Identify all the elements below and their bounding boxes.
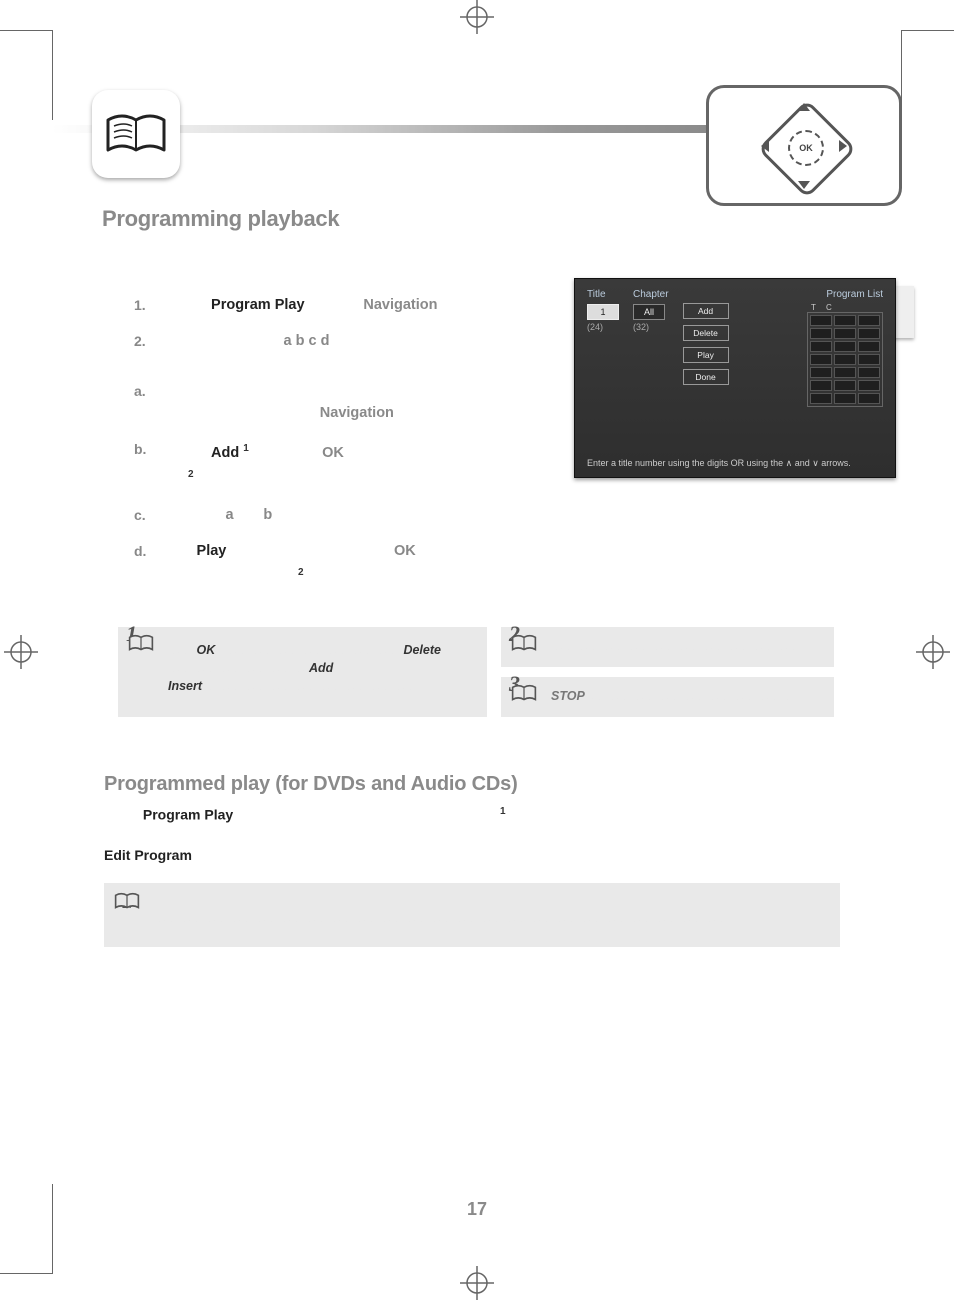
osd-chapter-count: (32)	[633, 322, 669, 332]
note-book-icon	[128, 633, 154, 653]
osd-program-list-head: T C	[807, 303, 883, 312]
kw-ok-b: OK	[322, 445, 344, 461]
step-num-b: b.	[134, 438, 178, 490]
section-title: Programming playback	[102, 206, 902, 232]
sec2-sup: 1	[500, 806, 506, 817]
osd-title-label: Title	[587, 289, 619, 300]
osd-program-list-grid	[807, 312, 883, 407]
tip1-insert: Insert	[168, 679, 202, 693]
osd-chapter-value: All	[633, 304, 665, 320]
osd-delete-button: Delete	[683, 325, 729, 341]
kw-program-play: Program Play	[211, 297, 305, 313]
osd-program-list-label: Program List	[807, 289, 883, 300]
onscreen-program-menu: Title 1 (24) Chapter All (32) Add Delete…	[574, 278, 896, 478]
kw-abcd: a b c d	[284, 333, 330, 349]
osd-done-button: Done	[683, 369, 729, 385]
step-num-d: d.	[134, 540, 178, 588]
kw-ok-d: OK	[394, 543, 416, 559]
manual-book-icon	[92, 90, 180, 178]
section2-body: xxxxx Program Play xxxxxxxxxxxxxxxxxxxxx…	[104, 802, 804, 865]
step-num-c: c.	[134, 504, 178, 526]
kw-navigation-2: Navigation	[320, 405, 394, 421]
kw-edit-program: Edit Program	[104, 847, 192, 863]
kw-d-sup2: 2	[298, 567, 304, 578]
osd-play-button: Play	[683, 347, 729, 363]
kw-c-a: a	[226, 507, 234, 523]
kw-b-sup2: 2	[188, 469, 194, 480]
tip1-add: Add	[309, 661, 333, 675]
registration-mark-top	[460, 0, 494, 34]
osd-title-value: 1	[587, 304, 619, 320]
tip1-delete: Delete	[403, 643, 441, 657]
page-number: 17	[52, 1199, 902, 1220]
registration-mark-left	[4, 635, 38, 669]
tip-note-1: 1. xxxx OK xxxxxxxxxxxxxxxxxxxxxxxxxxxxx…	[118, 627, 487, 717]
tip-note-2: 2. xxxxxxxxxxxxxxxxxxxxxxxxxxxxxxxxxxxxx…	[501, 627, 834, 667]
kw-program-play-2: Program Play	[143, 807, 233, 823]
osd-chapter-label: Chapter	[633, 289, 669, 300]
step-num-1: 1.	[134, 294, 178, 316]
step-num-2: 2.	[134, 330, 178, 352]
step-num-a: a.	[134, 380, 178, 424]
section2-title: Programmed play (for DVDs and Audio CDs)	[104, 773, 902, 796]
tip3-stop: STOP	[551, 689, 585, 703]
remote-ok-dpad-icon: OK	[706, 85, 902, 206]
kw-add: Add	[211, 445, 239, 461]
registration-mark-right	[916, 635, 950, 669]
kw-c-b: b	[263, 507, 272, 523]
tip-note-3: 3. STOP xxxxxxxxxxxxxxxxxxxxxxxxxxxxxxxx	[501, 677, 834, 717]
osd-footer-note: Enter a title number using the digits OR…	[587, 458, 883, 469]
kw-add-sup: 1	[243, 443, 249, 454]
osd-add-button: Add	[683, 303, 729, 319]
ok-pad-center: OK	[788, 130, 824, 166]
tip-note-wide: 1. xxxxxxxxxxxxxxxxxxxxxxxxxxxxxxxxxxxxx…	[104, 883, 840, 947]
tip1-ok: OK	[196, 643, 215, 657]
kw-play: Play	[197, 543, 227, 559]
kw-navigation-1: Navigation	[363, 297, 437, 313]
osd-title-count: (24)	[587, 322, 619, 332]
